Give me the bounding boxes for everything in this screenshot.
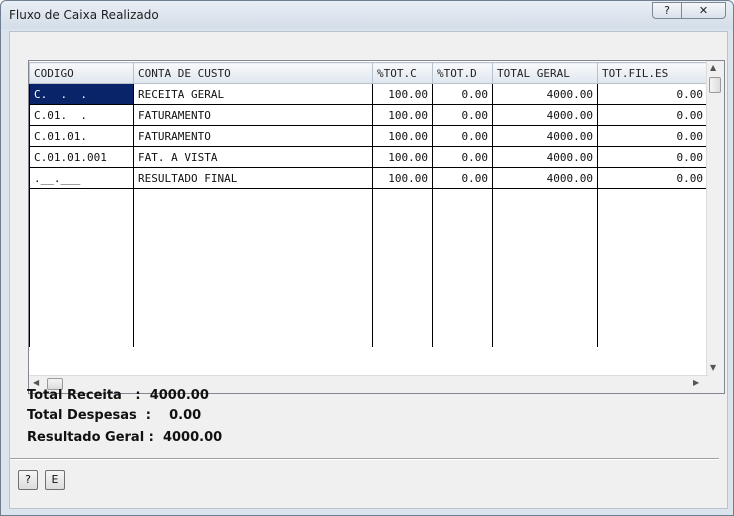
column-header-conta[interactable]: CONTA DE CUSTO <box>133 62 373 84</box>
cell-conta[interactable]: RECEITA GERAL <box>133 83 373 105</box>
table-row[interactable]: C.01.01. FATURAMENTO 100.00 0.00 4000.00… <box>29 125 708 147</box>
title-bar[interactable]: Fluxo de Caixa Realizado ? ✕ <box>1 1 733 29</box>
cell-tot-fil[interactable]: 0.00 <box>597 104 708 126</box>
vertical-scrollbar[interactable]: ▲ ▼ <box>706 61 724 377</box>
scroll-down-arrow-icon[interactable]: ▼ <box>710 363 716 372</box>
column-header-tot-d[interactable]: %TOT.D <box>432 62 493 84</box>
total-receita-label: Total Receita : <box>27 388 141 403</box>
e-button[interactable]: E <box>45 470 65 490</box>
scrollbar-corner <box>707 376 724 393</box>
resultado-geral-line: Resultado Geral : 4000.00 <box>27 430 222 445</box>
vertical-scroll-thumb[interactable] <box>709 77 721 93</box>
help-button[interactable]: ? <box>18 470 38 490</box>
cell-codigo[interactable]: C.01.01. <box>29 125 134 147</box>
cell-conta[interactable]: FAT. A VISTA <box>133 146 373 168</box>
data-grid[interactable]: CODIGO CONTA DE CUSTO %TOT.C %TOT.D TOTA… <box>28 60 725 394</box>
cell-conta[interactable]: RESULTADO FINAL <box>133 167 373 189</box>
total-despesas-label: Total Despesas : <box>27 408 152 423</box>
column-header-codigo[interactable]: CODIGO <box>29 62 134 84</box>
table-row[interactable]: C. . . RECEITA GERAL 100.00 0.00 4000.00… <box>29 83 708 105</box>
cell-tot-d[interactable]: 0.00 <box>432 83 493 105</box>
cell-tot-c[interactable]: 100.00 <box>372 125 433 147</box>
help-title-button[interactable]: ? <box>652 2 682 19</box>
cell-tot-d[interactable]: 0.00 <box>432 146 493 168</box>
cell-total-geral[interactable]: 4000.00 <box>492 104 598 126</box>
cell-tot-c[interactable]: 100.00 <box>372 83 433 105</box>
column-header-tot-c[interactable]: %TOT.C <box>372 62 433 84</box>
cell-codigo[interactable]: C.01.01.001 <box>29 146 134 168</box>
table-row[interactable]: C.01.01.001 FAT. A VISTA 100.00 0.00 400… <box>29 146 708 168</box>
cell-total-geral[interactable]: 4000.00 <box>492 146 598 168</box>
empty-grid-area <box>29 188 708 347</box>
header-row: CODIGO CONTA DE CUSTO %TOT.C %TOT.D TOTA… <box>29 62 708 84</box>
table-row[interactable]: .__.___ RESULTADO FINAL 100.00 0.00 4000… <box>29 167 708 189</box>
cell-codigo[interactable]: .__.___ <box>29 167 134 189</box>
cell-tot-fil[interactable]: 0.00 <box>597 125 708 147</box>
column-header-tot-fil[interactable]: TOT.FIL.ES <box>597 62 708 84</box>
cell-conta[interactable]: FATURAMENTO <box>133 125 373 147</box>
cell-tot-d[interactable]: 0.00 <box>432 167 493 189</box>
client-area: CODIGO CONTA DE CUSTO %TOT.C %TOT.D TOTA… <box>9 31 728 509</box>
table-row[interactable]: C.01. . FATURAMENTO 100.00 0.00 4000.00 … <box>29 104 708 126</box>
cell-tot-c[interactable]: 100.00 <box>372 146 433 168</box>
total-receita-value: 4000.00 <box>149 388 209 403</box>
cell-tot-fil[interactable]: 0.00 <box>597 146 708 168</box>
cell-total-geral[interactable]: 4000.00 <box>492 83 598 105</box>
cell-tot-fil[interactable]: 0.00 <box>597 83 708 105</box>
close-button[interactable]: ✕ <box>681 2 726 19</box>
scroll-left-arrow-icon[interactable]: ◀ <box>33 378 39 387</box>
cell-total-geral[interactable]: 4000.00 <box>492 167 598 189</box>
resultado-geral-label: Resultado Geral : <box>27 430 154 445</box>
cell-tot-c[interactable]: 100.00 <box>372 167 433 189</box>
total-receita-line: Total Receita : 4000.00 <box>27 388 209 403</box>
total-despesas-value: 0.00 <box>169 408 202 423</box>
resultado-geral-value: 4000.00 <box>162 430 223 445</box>
scroll-up-arrow-icon[interactable]: ▲ <box>710 63 716 72</box>
scroll-right-arrow-icon[interactable]: ▶ <box>693 378 699 387</box>
cell-codigo[interactable]: C. . . <box>29 83 134 105</box>
cell-total-geral[interactable]: 4000.00 <box>492 125 598 147</box>
grid-table: CODIGO CONTA DE CUSTO %TOT.C %TOT.D TOTA… <box>29 62 708 347</box>
window-title: Fluxo de Caixa Realizado <box>9 8 159 22</box>
cell-tot-c[interactable]: 100.00 <box>372 104 433 126</box>
cell-tot-fil[interactable]: 0.00 <box>597 167 708 189</box>
cell-tot-d[interactable]: 0.00 <box>432 125 493 147</box>
total-despesas-line: Total Despesas : 0.00 <box>27 408 201 423</box>
main-window: Fluxo de Caixa Realizado ? ✕ CODIGO CONT… <box>0 0 734 516</box>
separator <box>10 458 719 460</box>
column-header-total-geral[interactable]: TOTAL GERAL <box>492 62 598 84</box>
cell-tot-d[interactable]: 0.00 <box>432 104 493 126</box>
cell-conta[interactable]: FATURAMENTO <box>133 104 373 126</box>
cell-codigo[interactable]: C.01. . <box>29 104 134 126</box>
